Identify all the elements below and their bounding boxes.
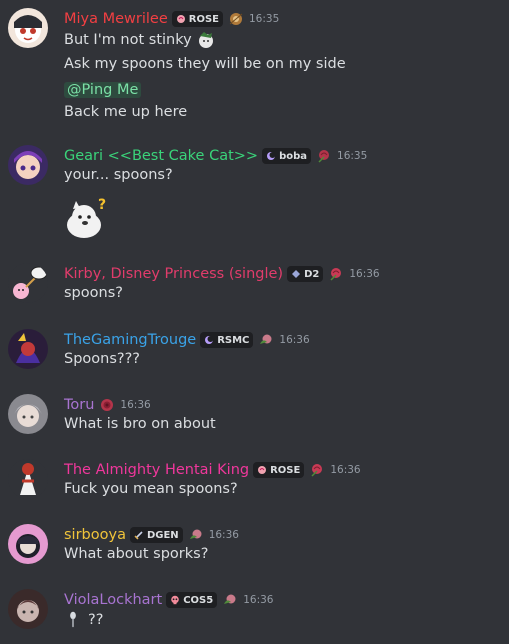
username[interactable]: ViolaLockhart — [64, 592, 162, 608]
rose-badge-icon — [189, 529, 202, 539]
timestamp[interactable]: 16:35 — [337, 150, 367, 162]
message-miya: Miya Mewrilee ROSE 16:35 But I'm not sti… — [0, 8, 509, 128]
rose-icon — [176, 15, 185, 23]
message-header: Toru 16:36 — [64, 394, 151, 416]
timestamp[interactable]: 16:36 — [243, 594, 273, 606]
timestamp[interactable]: 16:36 — [330, 464, 360, 476]
role-mention[interactable]: @Ping Me — [64, 82, 142, 98]
message-line: Spoons??? — [64, 351, 140, 367]
message-header: The Almighty Hentai King ROSE 16:36 — [64, 459, 361, 481]
avatar[interactable] — [8, 329, 48, 369]
timestamp[interactable]: 16:36 — [349, 268, 379, 280]
username[interactable]: sirbooya — [64, 527, 126, 543]
rose-badge-icon — [318, 150, 330, 163]
spoon-emoji — [70, 611, 76, 628]
message-header: TheGamingTrouge RSMC 16:36 — [64, 329, 310, 351]
username[interactable]: Kirby, Disney Princess (single) — [64, 266, 283, 282]
timestamp[interactable]: 16:36 — [120, 399, 150, 411]
face-emoji-icon — [198, 32, 213, 48]
sword-icon — [134, 531, 143, 540]
guild-tag-label: boba — [279, 150, 308, 162]
timestamp[interactable]: 16:36 — [279, 334, 309, 346]
avatar[interactable] — [8, 8, 48, 48]
message-line: Back me up here — [64, 104, 188, 120]
message-line: Ask my spoons they will be on my side — [64, 56, 346, 72]
message-header: Kirby, Disney Princess (single) D2 16:36 — [64, 263, 380, 285]
rose-badge-icon — [101, 399, 114, 411]
message-text: Ask my spoons they will be on my side — [64, 56, 346, 72]
guild-tag[interactable]: boba — [262, 148, 312, 164]
guild-tag[interactable]: ROSE — [253, 462, 305, 478]
message-header: ViolaLockhart COS5 16:36 — [64, 589, 273, 611]
avatar[interactable] — [8, 589, 48, 629]
message-text: @Ping Me — [64, 82, 142, 98]
message-almighty: The Almighty Hentai King ROSE 16:36 Fuck… — [0, 459, 509, 503]
avatar[interactable] — [8, 263, 48, 303]
message-text: What about sporks? — [64, 546, 208, 562]
guild-tag-label: ROSE — [270, 464, 301, 476]
guild-tag-label: RSMC — [217, 334, 250, 346]
username[interactable]: TheGamingTrouge — [64, 332, 196, 348]
guild-tag-label: D2 — [304, 268, 320, 280]
username[interactable]: Miya Mewrilee — [64, 11, 168, 27]
diamond-icon — [292, 270, 301, 278]
moon-icon — [205, 336, 214, 344]
guild-tag[interactable]: COS5 — [166, 592, 218, 608]
moon-icon — [267, 152, 276, 160]
guild-tag-label: ROSE — [188, 13, 219, 25]
avatar[interactable] — [8, 394, 48, 434]
rose-badge-icon — [224, 594, 236, 604]
message-line: What about sporks? — [64, 546, 209, 562]
username[interactable]: Toru — [64, 397, 94, 413]
message-text: What is bro on about — [64, 416, 216, 432]
message-geari: Geari <<Best Cake Cat>> boba 16:35 your.… — [0, 145, 509, 245]
message-toru: Toru 16:36 What is bro on about — [0, 394, 509, 438]
message-line: But I'm not stinky — [64, 32, 192, 48]
username[interactable]: The Almighty Hentai King — [64, 462, 249, 478]
message-line: your... spoons? — [64, 167, 173, 183]
rose-badge-icon — [260, 334, 272, 344]
avatar[interactable] — [8, 524, 48, 564]
message-text: Back me up here — [64, 104, 187, 120]
guild-tag-label: COS5 — [183, 594, 214, 606]
message-thegamingtrouge: TheGamingTrouge RSMC 16:36 Spoons??? — [0, 329, 509, 373]
rose-badge-icon — [229, 13, 243, 25]
rose-badge-icon — [330, 268, 342, 281]
guild-tag[interactable]: DGEN — [129, 527, 183, 543]
avatar[interactable] — [8, 145, 48, 185]
message-sirbooya: sirbooya DGEN 16:36 What about sporks? — [0, 524, 509, 568]
username[interactable]: Geari <<Best Cake Cat>> — [64, 148, 258, 164]
avatar[interactable] — [8, 459, 48, 499]
guild-tag[interactable]: ROSE — [171, 11, 223, 27]
message-text: Spoons??? — [64, 351, 140, 367]
guild-tag[interactable]: RSMC — [200, 332, 254, 348]
message-line: spoons? — [64, 285, 123, 301]
rose-badge-icon — [311, 464, 323, 477]
message-line: What is bro on about — [64, 416, 216, 432]
message-text: But I'm not stinky — [64, 30, 216, 50]
message-header: sirbooya DGEN 16:36 — [64, 524, 239, 546]
message-text: your... spoons? — [64, 167, 173, 183]
confused-cat-sticker[interactable]: ? — [64, 195, 110, 241]
message-line: Fuck you mean spoons? — [64, 481, 238, 497]
rose-icon — [258, 466, 267, 474]
timestamp[interactable]: 16:36 — [209, 529, 239, 541]
message-line: ?? — [88, 612, 104, 628]
message-header: Miya Mewrilee ROSE 16:35 — [64, 8, 279, 30]
svg-text:?: ? — [98, 197, 106, 213]
timestamp[interactable]: 16:35 — [249, 13, 279, 25]
guild-tag-label: DGEN — [146, 529, 179, 541]
message-violalockhart: ViolaLockhart COS5 16:36 ?? — [0, 589, 509, 633]
message-text: ?? — [64, 611, 103, 629]
message-text: spoons? — [64, 285, 123, 301]
skull-icon — [171, 595, 180, 605]
message-header: Geari <<Best Cake Cat>> boba 16:35 — [64, 145, 367, 167]
guild-tag[interactable]: D2 — [287, 266, 324, 282]
message-kirby: Kirby, Disney Princess (single) D2 16:36… — [0, 263, 509, 307]
message-text: Fuck you mean spoons? — [64, 481, 238, 497]
